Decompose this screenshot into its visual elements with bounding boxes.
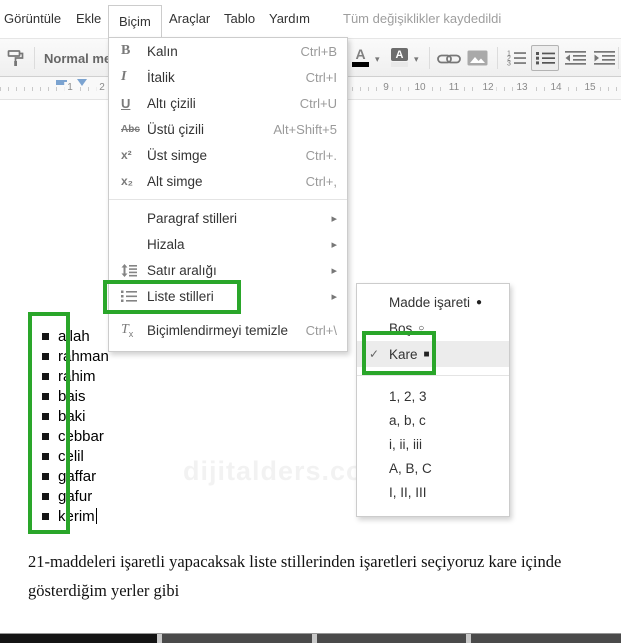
highlight-box-bullets	[28, 312, 70, 534]
menu-item-label: Kalın	[147, 43, 178, 59]
paint-format-icon[interactable]	[6, 48, 26, 73]
menubar-item-tablo[interactable]: Tablo	[224, 11, 255, 26]
ruler-number-11: 11	[445, 82, 463, 94]
numbered-list-icon[interactable]: 123	[505, 50, 526, 71]
save-status: Tüm değişiklikler kaydedildi	[343, 11, 502, 26]
caption-text: 21-maddeleri işaretli yapacaksak liste s…	[28, 547, 603, 605]
submenu-arrow-icon: ▸	[331, 212, 337, 225]
ruler-number-1: 1	[64, 82, 76, 94]
menu-item-shortcut: Ctrl+,	[305, 173, 337, 189]
submenu-item-label: A, B, C	[389, 460, 432, 476]
ruler-number-15: 15	[581, 82, 599, 94]
toolbar-divider	[618, 47, 619, 69]
menubar: Görüntüle Ekle Biçim Araçlar Tablo Yardım Tüm…	[0, 0, 621, 38]
menu-item-label: Üst simge	[147, 147, 208, 163]
menu-item-shortcut: Ctrl+I	[305, 69, 337, 85]
ruler-number-12: 12	[479, 82, 497, 94]
menubar-item-yardim[interactable]: Yardım	[269, 11, 310, 26]
ruler-number-13: 13	[513, 82, 531, 94]
menu-item-shortcut: Ctrl+U	[299, 95, 337, 111]
toolbar-divider	[497, 47, 498, 69]
bulleted-list-icon[interactable]	[531, 45, 559, 71]
superscript-icon: x²	[121, 148, 132, 162]
menu-item-label: Biçimlendirmeyi temizle	[147, 322, 289, 338]
insert-image-icon[interactable]	[467, 50, 488, 71]
italic-icon: I	[121, 69, 127, 84]
line-spacing-icon	[121, 263, 147, 278]
toolbar-divider	[429, 47, 430, 69]
menu-item-hizala[interactable]: Hizala ▸	[109, 231, 347, 257]
highlight-color-caret-icon[interactable]: ▾	[414, 54, 419, 65]
caption-line-2: gösterdiğim yerler gibi	[28, 581, 180, 600]
menu-item-label: Alt simge	[147, 173, 203, 189]
submenu-arrow-icon: ▸	[331, 264, 337, 277]
menu-item-label: Paragraf stilleri	[147, 210, 238, 226]
submenu-item-i-ii-iii[interactable]: i, ii, iii	[357, 432, 509, 456]
caption-line-1: 21-maddeleri işaretli yapacaksak liste s…	[28, 552, 562, 571]
indent-marker[interactable]	[77, 79, 87, 86]
menubar-item-bicim[interactable]: Biçim	[108, 5, 162, 38]
submenu-item-label: i, ii, iii	[389, 436, 422, 452]
bullet-preview-icon: ●	[476, 296, 483, 308]
menu-item-label: Hizala	[147, 236, 185, 252]
underline-icon: U	[121, 95, 131, 111]
highlight-box-kare	[362, 331, 436, 375]
highlight-color-icon[interactable]: A	[391, 48, 408, 67]
submenu-arrow-icon: ▸	[331, 238, 337, 251]
subscript-icon: x₂	[121, 174, 134, 188]
menu-item-shortcut: Alt+Shift+5	[273, 121, 337, 137]
menu-separator	[109, 199, 347, 200]
menu-item-ustu-cizili[interactable]: Abc Üstü çizili Alt+Shift+5	[109, 116, 347, 142]
strikethrough-icon: Abc	[121, 123, 140, 135]
submenu-item-label: Madde işareti	[389, 294, 471, 310]
menu-item-alti-cizili[interactable]: U Altı çizili Ctrl+U	[109, 90, 347, 116]
submenu-arrow-icon: ▸	[331, 290, 337, 303]
indent-decrease-icon[interactable]	[565, 50, 586, 71]
menu-item-label: Altı çizili	[147, 95, 196, 111]
ruler-number-10: 10	[411, 82, 429, 94]
menu-item-bicimlendirmeyi-temizle[interactable]: Tx Biçimlendirmeyi temizle Ctrl+\	[109, 317, 347, 343]
menu-item-kalin[interactable]: B Kalın Ctrl+B	[109, 38, 347, 64]
submenu-item-i-ii-iii[interactable]: I, II, III	[357, 480, 509, 504]
submenu-item-madde-isareti[interactable]: Madde işareti ●	[357, 289, 509, 315]
menu-item-ust-simge[interactable]: x² Üst simge Ctrl+.	[109, 142, 347, 168]
ruler-number-9: 9	[380, 82, 392, 94]
menu-item-alt-simge[interactable]: x₂ Alt simge Ctrl+,	[109, 168, 347, 194]
menu-item-shortcut: Ctrl+.	[305, 147, 337, 163]
submenu-item-label: a, b, c	[389, 412, 426, 428]
menu-item-italik[interactable]: I İtalik Ctrl+I	[109, 64, 347, 90]
svg-text:3: 3	[507, 61, 511, 66]
menubar-item-araclar[interactable]: Araçlar	[169, 11, 210, 26]
submenu-item-label: I, II, III	[389, 484, 427, 500]
text-color-caret-icon[interactable]: ▾	[375, 54, 380, 65]
submenu-item-label: 1, 2, 3	[389, 388, 427, 404]
indent-increase-icon[interactable]	[594, 50, 615, 71]
menu-item-label: Üstü çizili	[147, 121, 205, 137]
ruler-number-14: 14	[547, 82, 565, 94]
menu-item-label: İtalik	[147, 69, 175, 85]
menu-item-shortcut: Ctrl+B	[300, 43, 337, 59]
text-cursor	[95, 508, 97, 524]
list-styles-submenu: Madde işareti ● Boş ○ ✓ Kare ■ 1, 2, 3 a, b, c i,…	[356, 283, 510, 517]
submenu-item-1-2-3[interactable]: 1, 2, 3	[357, 384, 509, 408]
insert-link-icon[interactable]	[437, 52, 461, 70]
text-color-icon[interactable]: A	[352, 47, 369, 67]
bold-icon: B	[121, 43, 131, 58]
toolbar-divider	[34, 47, 35, 69]
submenu-item-a-b-c[interactable]: A, B, C	[357, 456, 509, 480]
menubar-item-goruntule[interactable]: Görüntüle	[4, 11, 61, 26]
menu-item-shortcut: Ctrl+\	[305, 322, 337, 338]
highlight-box-liste-stilleri	[103, 280, 241, 314]
menu-item-paragraf-stilleri[interactable]: Paragraf stilleri ▸	[109, 205, 347, 231]
clear-formatting-icon: Tx	[121, 322, 134, 339]
menu-item-label: Satır aralığı	[147, 262, 217, 278]
menubar-item-ekle[interactable]: Ekle	[76, 11, 101, 26]
ruler-number-2: 2	[96, 82, 108, 94]
submenu-item-a-b-c[interactable]: a, b, c	[357, 408, 509, 432]
submenu-separator	[357, 375, 509, 376]
